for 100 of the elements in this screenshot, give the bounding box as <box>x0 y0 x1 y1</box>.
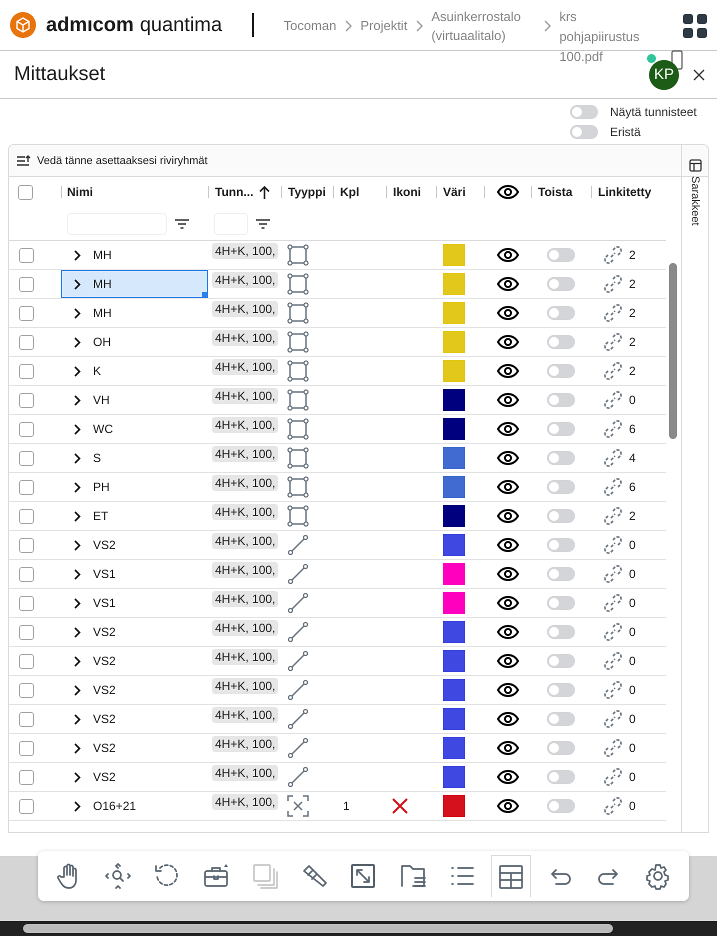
name-cell[interactable]: VS2 <box>61 734 208 762</box>
horizontal-scrollbar[interactable] <box>0 921 717 936</box>
color-swatch[interactable] <box>443 360 465 382</box>
link-icon[interactable] <box>603 709 623 729</box>
table-icon[interactable] <box>496 862 525 890</box>
expand-chevron-icon[interactable] <box>74 714 81 724</box>
row-checkbox[interactable] <box>19 798 34 814</box>
repeat-toggle[interactable] <box>547 683 575 697</box>
filter-icon[interactable] <box>256 218 270 228</box>
color-swatch[interactable] <box>443 679 465 701</box>
eye-icon[interactable] <box>496 248 518 262</box>
row-checkbox[interactable] <box>19 654 34 668</box>
repeat-toggle[interactable] <box>547 335 575 349</box>
eye-icon[interactable] <box>496 567 518 581</box>
color-swatch[interactable] <box>443 621 465 643</box>
row-checkbox[interactable] <box>19 334 34 350</box>
name-cell[interactable]: VS2 <box>61 705 208 733</box>
repeat-toggle[interactable] <box>547 248 575 262</box>
row-checkbox[interactable] <box>19 480 34 494</box>
row-checkbox[interactable] <box>19 450 34 466</box>
apps-grid-icon[interactable] <box>683 14 707 38</box>
name-cell[interactable]: MH <box>61 241 208 269</box>
name-cell[interactable]: O16+21 <box>61 792 208 820</box>
name-cell[interactable]: VS2 <box>61 531 208 559</box>
name-cell[interactable]: VS1 <box>61 589 208 617</box>
link-icon[interactable] <box>603 245 623 265</box>
repeat-toggle[interactable] <box>547 567 575 581</box>
toolbar-button[interactable] <box>490 855 531 897</box>
expand-chevron-icon[interactable] <box>74 250 81 260</box>
row-checkbox[interactable] <box>19 364 34 378</box>
repeat-toggle[interactable] <box>547 770 575 784</box>
expand-chevron-icon[interactable] <box>74 394 81 406</box>
link-icon[interactable] <box>603 680 623 700</box>
repeat-toggle[interactable] <box>547 654 575 668</box>
sort-ascending-icon[interactable] <box>259 186 270 198</box>
repeat-toggle[interactable] <box>547 480 575 494</box>
column-header[interactable]: Tunn... <box>215 185 254 199</box>
repeat-toggle[interactable] <box>547 422 575 436</box>
eye-icon[interactable] <box>496 799 518 813</box>
color-swatch[interactable] <box>443 273 465 295</box>
name-cell[interactable]: VS1 <box>61 560 208 588</box>
link-icon[interactable] <box>603 796 623 816</box>
color-swatch[interactable] <box>443 418 465 440</box>
eye-icon[interactable] <box>496 277 518 291</box>
eye-icon[interactable] <box>496 683 518 697</box>
repeat-toggle[interactable] <box>547 364 575 378</box>
color-swatch[interactable] <box>443 476 465 498</box>
color-swatch[interactable] <box>443 505 465 527</box>
color-swatch[interactable] <box>443 447 465 469</box>
link-icon[interactable] <box>603 738 623 758</box>
vertical-scrollbar[interactable] <box>666 145 682 832</box>
eye-icon[interactable] <box>496 770 518 784</box>
link-icon[interactable] <box>603 767 623 787</box>
row-checkbox[interactable] <box>19 422 34 436</box>
row-checkbox[interactable] <box>19 770 34 784</box>
row-checkbox[interactable] <box>19 248 34 262</box>
color-swatch[interactable] <box>443 650 465 672</box>
name-cell[interactable]: OH <box>61 328 208 356</box>
link-icon[interactable] <box>603 448 623 468</box>
row-checkbox[interactable] <box>19 740 34 756</box>
row-checkbox[interactable] <box>19 392 34 408</box>
columns-side-tab[interactable]: Sarakkeet <box>689 176 701 226</box>
repeat-toggle[interactable] <box>547 306 575 320</box>
column-header[interactable]: Tyyppi <box>288 185 326 199</box>
name-cell[interactable]: VS2 <box>61 647 208 675</box>
color-swatch[interactable] <box>443 534 465 556</box>
link-icon[interactable] <box>603 390 623 410</box>
color-swatch[interactable] <box>443 302 465 324</box>
eye-icon[interactable] <box>496 451 518 465</box>
name-cell[interactable]: K <box>61 357 208 385</box>
name-cell[interactable]: VS2 <box>61 618 208 646</box>
name-cell[interactable]: MH <box>61 299 208 327</box>
fill-handle[interactable] <box>202 292 207 297</box>
repeat-toggle[interactable] <box>547 538 575 552</box>
color-swatch[interactable] <box>443 244 465 266</box>
pencil-icon[interactable] <box>300 862 328 890</box>
color-swatch[interactable] <box>443 795 465 817</box>
eye-icon[interactable] <box>496 422 518 436</box>
toggle-switch[interactable] <box>570 125 598 139</box>
repeat-toggle[interactable] <box>547 799 575 813</box>
row-checkbox[interactable] <box>19 508 34 524</box>
repeat-toggle[interactable] <box>547 393 575 407</box>
row-checkbox[interactable] <box>19 624 34 640</box>
row-checkbox[interactable] <box>19 682 34 698</box>
row-checkbox[interactable] <box>19 712 34 726</box>
link-icon[interactable] <box>603 361 623 381</box>
user-avatar[interactable]: KP <box>649 60 679 90</box>
eye-icon[interactable] <box>496 364 518 378</box>
eye-icon[interactable] <box>496 596 518 610</box>
eye-icon[interactable] <box>496 185 518 199</box>
close-icon[interactable] <box>693 68 705 80</box>
repeat-toggle[interactable] <box>547 451 575 465</box>
color-swatch[interactable] <box>443 766 465 788</box>
expand-chevron-icon[interactable] <box>74 482 81 492</box>
expand-chevron-icon[interactable] <box>74 424 81 434</box>
link-icon[interactable] <box>603 564 623 584</box>
row-checkbox[interactable] <box>19 306 34 320</box>
column-header[interactable]: Väri <box>443 185 466 199</box>
link-icon[interactable] <box>603 593 623 613</box>
expand-chevron-icon[interactable] <box>74 510 81 522</box>
